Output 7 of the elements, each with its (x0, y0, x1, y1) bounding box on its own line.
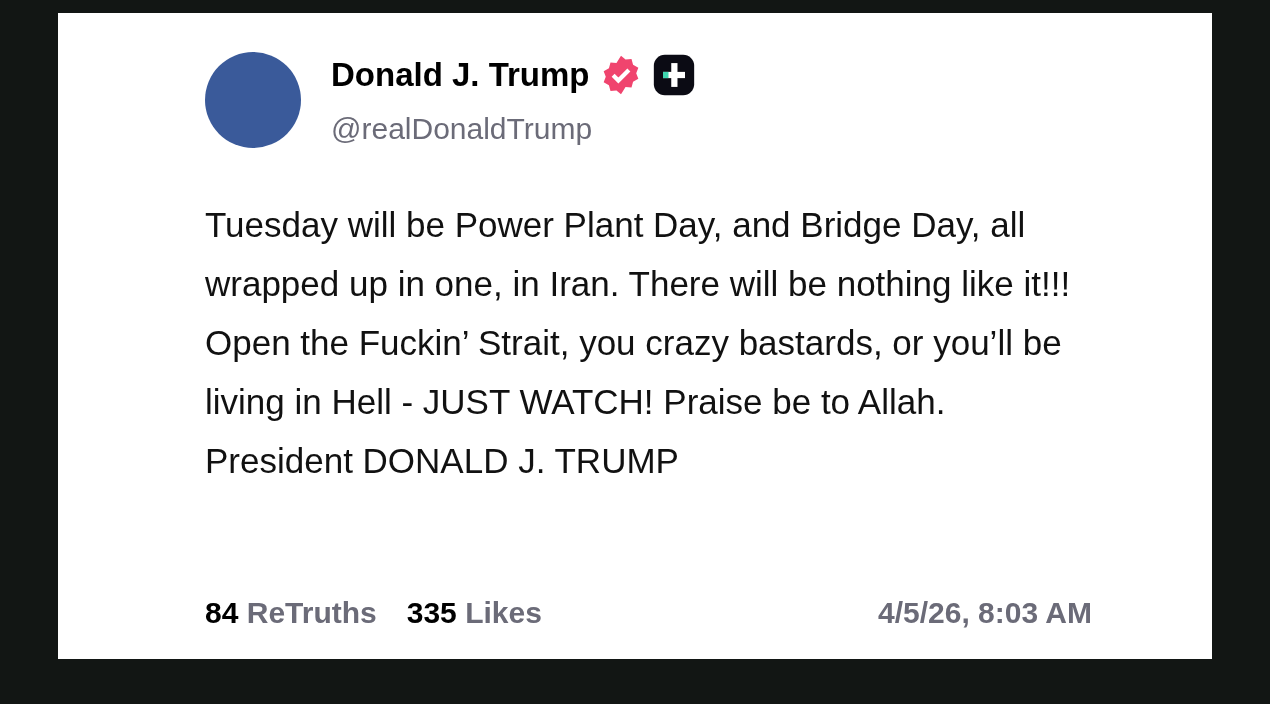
stat-text[interactable]: 335 Likes (406, 590, 542, 635)
post-text: Tuesday will be Power Plant Day, and Bridge Day, all wrapped up in one, in Iran. There will be nothing like it!!! Open the Fuckin’ Strait, you crazy bastards, or you’ll be living in Hell - JUST WATCH! Praise be to Allah. President DONALD J. TRUMP (205, 203, 1072, 482)
timestamp: 4/5/26, 8:03 AM (878, 595, 1092, 631)
author-handle: @realDonaldTrump (331, 110, 594, 147)
author-name: Donald J. Trump (331, 55, 590, 95)
stat-text[interactable]: 84 ReTruths (205, 590, 377, 635)
plus-badge-icon (651, 52, 696, 97)
